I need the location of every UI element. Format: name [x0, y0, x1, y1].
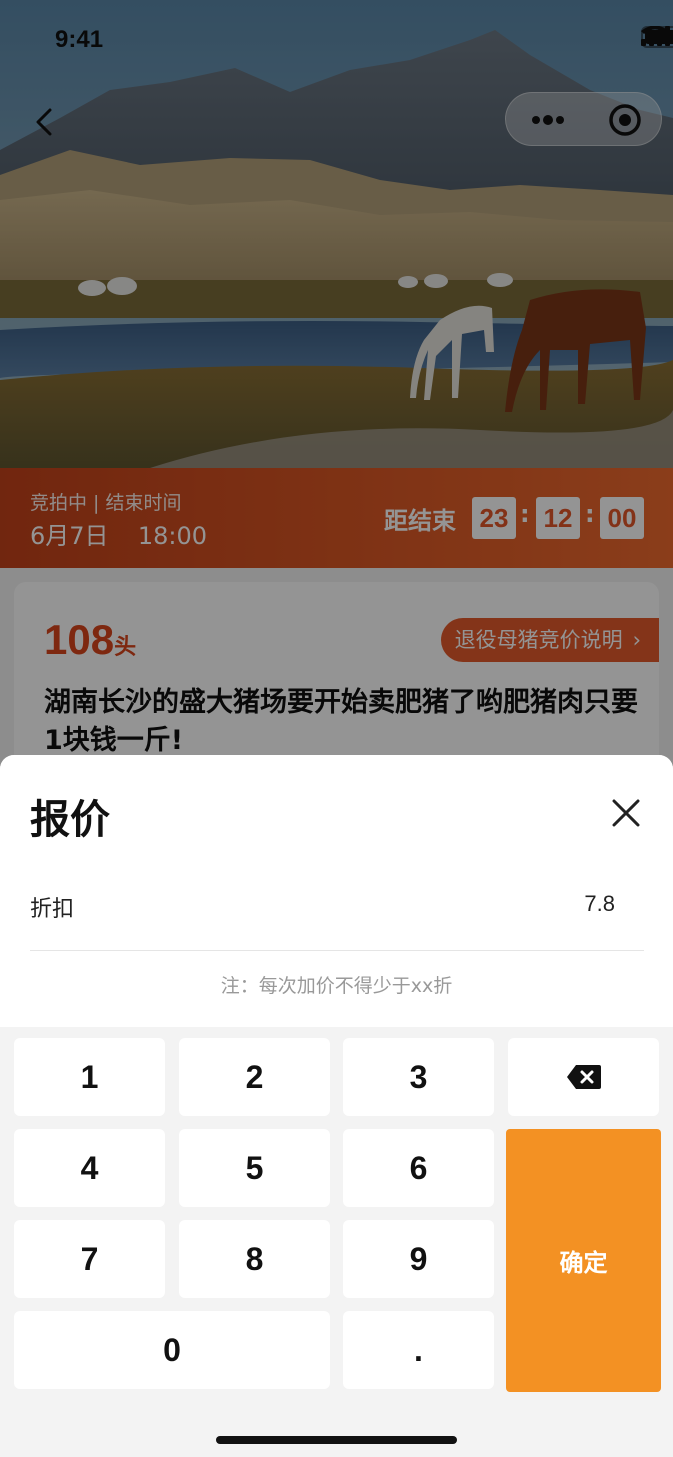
key-6[interactable]: 6	[343, 1129, 494, 1207]
close-button[interactable]	[606, 793, 646, 833]
bid-note: 注：每次加价不得少于xx折	[220, 975, 453, 997]
discount-input[interactable]: 7.8	[584, 891, 615, 917]
key-9[interactable]: 9	[343, 1220, 494, 1298]
close-icon	[612, 799, 640, 827]
bid-sheet-header: 报价 折扣 7.8 注：每次加价不得少于xx折	[0, 755, 673, 1027]
divider	[30, 950, 644, 951]
bid-sheet: 报价 折扣 7.8 注：每次加价不得少于xx折 1 2 3 4 5 6 7 8 …	[0, 755, 673, 1457]
key-0[interactable]: 0	[14, 1311, 330, 1389]
key-dot[interactable]: .	[343, 1311, 494, 1389]
key-7[interactable]: 7	[14, 1220, 165, 1298]
key-2[interactable]: 2	[179, 1038, 330, 1116]
home-indicator	[216, 1436, 457, 1444]
key-5[interactable]: 5	[179, 1129, 330, 1207]
backspace-icon	[566, 1065, 601, 1089]
delete-key[interactable]	[508, 1038, 659, 1116]
confirm-button[interactable]: 确定	[506, 1129, 661, 1392]
sheet-title: 报价	[30, 797, 110, 843]
key-1[interactable]: 1	[14, 1038, 165, 1116]
key-4[interactable]: 4	[14, 1129, 165, 1207]
key-8[interactable]: 8	[179, 1220, 330, 1298]
key-3[interactable]: 3	[343, 1038, 494, 1116]
discount-label: 折扣	[30, 897, 75, 922]
